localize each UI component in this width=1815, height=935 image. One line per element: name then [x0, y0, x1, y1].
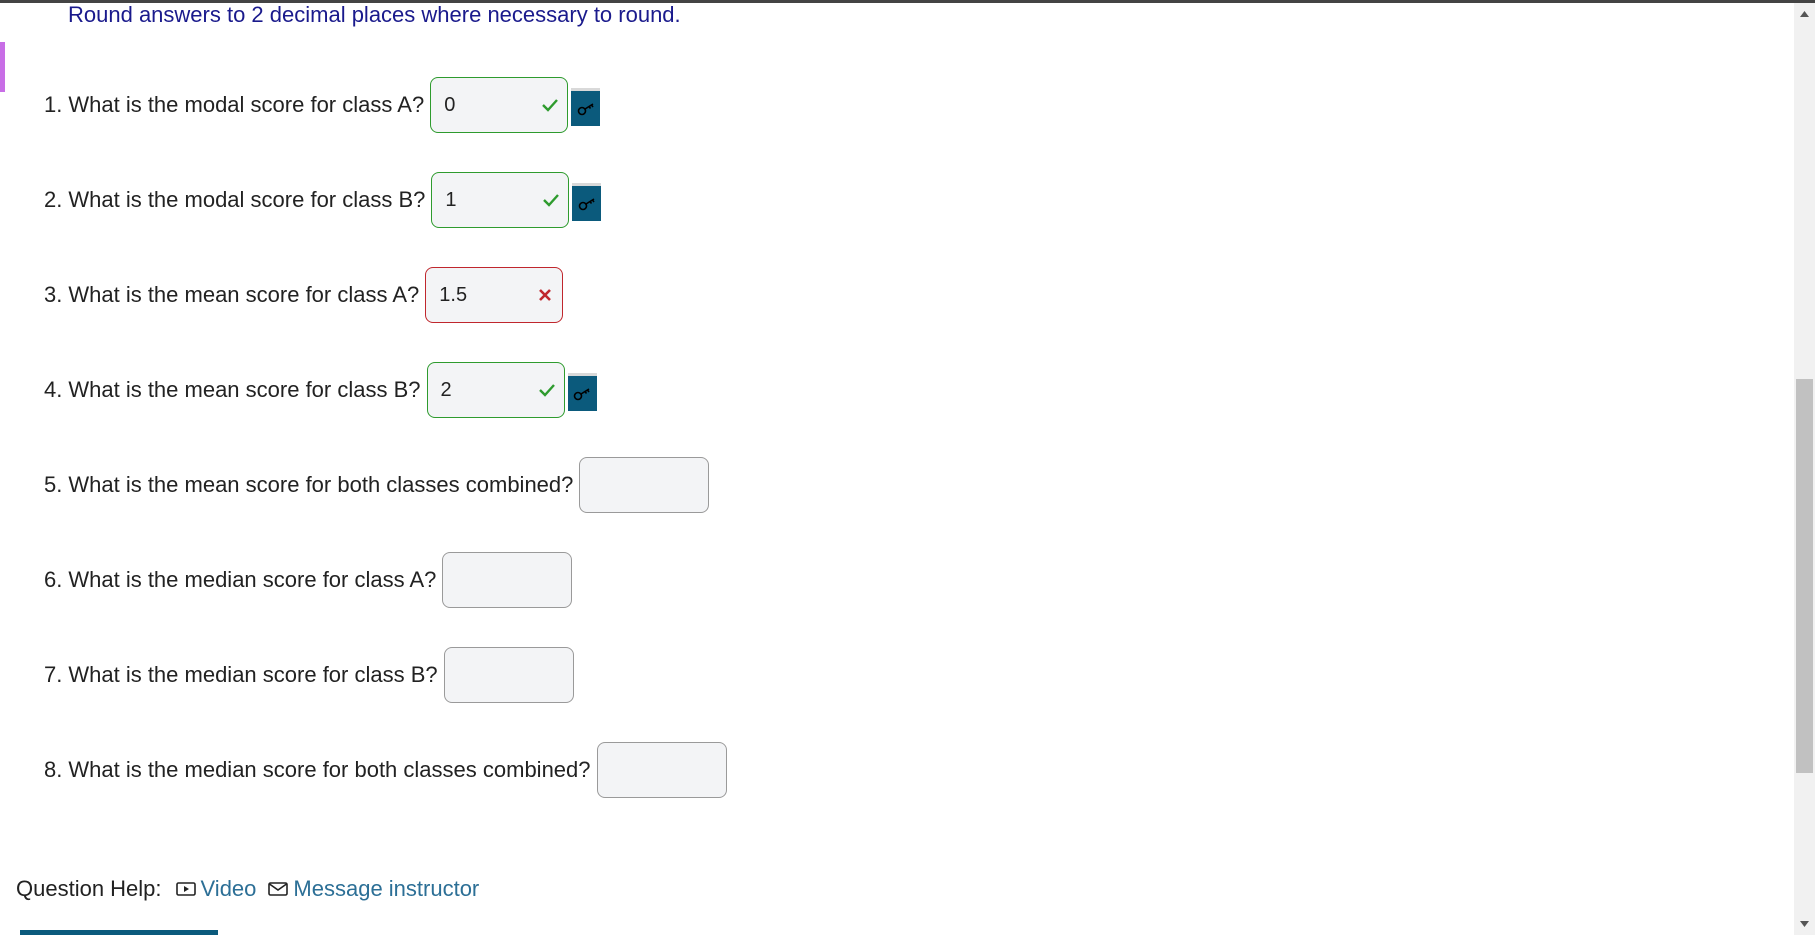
question-row-1: 1. What is the modal score for class A? … — [44, 75, 601, 135]
mail-icon — [268, 881, 289, 897]
question-text: What is the median score for class A? — [68, 567, 437, 592]
video-icon — [175, 881, 196, 897]
question-row-4: 4. What is the mean score for class B? 2 — [44, 360, 597, 420]
question-row-5: 5. What is the mean score for both class… — [44, 455, 710, 515]
scroll-down-arrow-icon[interactable] — [1794, 915, 1815, 933]
question-help: Question Help: Video Message instructor — [16, 876, 491, 902]
message-instructor-label: Message instructor — [293, 876, 480, 901]
answer-input-6[interactable] — [442, 552, 573, 608]
show-answer-key-button[interactable] — [572, 183, 602, 221]
answer-input-7[interactable] — [443, 647, 574, 703]
scrollbar-thumb[interactable] — [1796, 379, 1813, 773]
question-text: What is the mean score for both classes … — [68, 472, 574, 497]
submit-button-edge[interactable] — [20, 930, 218, 935]
question-row-3: 3. What is the mean score for class A? 1… — [44, 265, 564, 325]
answer-input-1[interactable]: 0 — [430, 77, 569, 133]
key-icon — [573, 381, 591, 407]
question-number: 3. — [44, 282, 63, 307]
question-text: What is the median score for class B? — [68, 662, 438, 687]
question-number: 2. — [44, 187, 63, 212]
show-answer-key-button[interactable] — [567, 373, 597, 411]
x-icon — [536, 286, 554, 304]
answer-value: 1.5 — [439, 283, 468, 306]
question-row-2: 2. What is the modal score for class B? … — [44, 170, 602, 230]
question-text: What is the modal score for class B? — [68, 187, 426, 212]
check-icon — [538, 381, 556, 399]
key-icon — [577, 96, 595, 122]
answer-input-5[interactable] — [579, 457, 710, 513]
question-number: 8. — [44, 757, 63, 782]
answer-value: 1 — [445, 188, 457, 211]
question-help-label: Question Help: — [16, 876, 162, 901]
question-text: What is the modal score for class A? — [68, 92, 425, 117]
question-accent-bar — [0, 42, 5, 92]
question-number: 4. — [44, 377, 63, 402]
question-row-8: 8. What is the median score for both cla… — [44, 740, 727, 800]
question-number: 5. — [44, 472, 63, 497]
video-link-label: Video — [200, 876, 257, 901]
answer-input-4[interactable]: 2 — [426, 362, 565, 418]
answer-value: 0 — [444, 93, 456, 116]
check-icon — [542, 191, 560, 209]
question-row-7: 7. What is the median score for class B? — [44, 645, 574, 705]
question-number: 1. — [44, 92, 63, 117]
vertical-scrollbar[interactable] — [1794, 3, 1815, 935]
question-text: What is the mean score for class A? — [68, 282, 420, 307]
answer-input-3[interactable]: 1.5 — [425, 267, 564, 323]
question-text: What is the median score for both classe… — [68, 757, 591, 782]
instructions-text: Round answers to 2 decimal places where … — [68, 2, 681, 27]
check-icon — [541, 96, 559, 114]
question-row-6: 6. What is the median score for class A? — [44, 550, 573, 610]
video-link[interactable]: Video — [175, 876, 257, 902]
scroll-up-arrow-icon[interactable] — [1794, 5, 1815, 23]
message-instructor-link[interactable]: Message instructor — [268, 876, 479, 902]
answer-input-2[interactable]: 1 — [431, 172, 570, 228]
question-text: What is the mean score for class B? — [68, 377, 421, 402]
answer-value: 2 — [440, 378, 452, 401]
key-icon — [578, 191, 596, 217]
question-number: 6. — [44, 567, 63, 592]
answer-input-8[interactable] — [596, 742, 727, 798]
show-answer-key-button[interactable] — [571, 88, 601, 126]
question-number: 7. — [44, 662, 63, 687]
